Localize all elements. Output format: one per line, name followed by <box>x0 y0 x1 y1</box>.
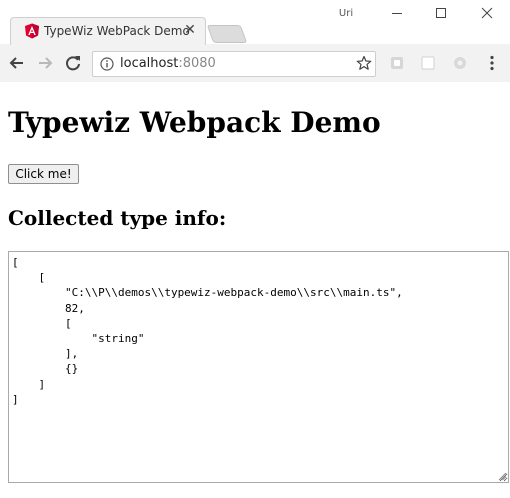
tab-close-icon[interactable]: ✕ <box>182 22 198 38</box>
click-me-button[interactable]: Click me! <box>8 164 79 184</box>
angular-icon <box>25 23 39 39</box>
section-title: Collected type info: <box>8 206 227 230</box>
url-port: :8080 <box>178 56 216 71</box>
window-close-icon[interactable] <box>472 2 502 24</box>
new-tab-button[interactable] <box>206 25 248 43</box>
resize-grip-icon[interactable] <box>497 471 507 481</box>
profile-badge[interactable]: Uri <box>335 6 357 22</box>
extension-icon[interactable] <box>452 55 468 71</box>
url-host: localhost <box>120 56 179 71</box>
page-title: Typewiz Webpack Demo <box>8 106 381 139</box>
info-icon[interactable] <box>100 57 114 71</box>
extension-icon[interactable] <box>389 55 405 71</box>
minimize-icon[interactable] <box>382 2 412 24</box>
url-text[interactable]: localhost:8080 <box>120 56 216 71</box>
tab-title: TypeWiz WebPack Demo <box>44 24 190 38</box>
reload-icon[interactable] <box>62 52 84 74</box>
extension-icon[interactable] <box>420 55 436 71</box>
forward-icon[interactable] <box>34 52 56 74</box>
maximize-icon[interactable] <box>426 2 456 24</box>
type-info-output[interactable]: [ [ "C:\\P\\demos\\typewiz-webpack-demo\… <box>8 251 509 483</box>
back-icon[interactable] <box>6 52 28 74</box>
star-icon[interactable] <box>356 55 372 71</box>
menu-icon[interactable] <box>484 54 500 72</box>
